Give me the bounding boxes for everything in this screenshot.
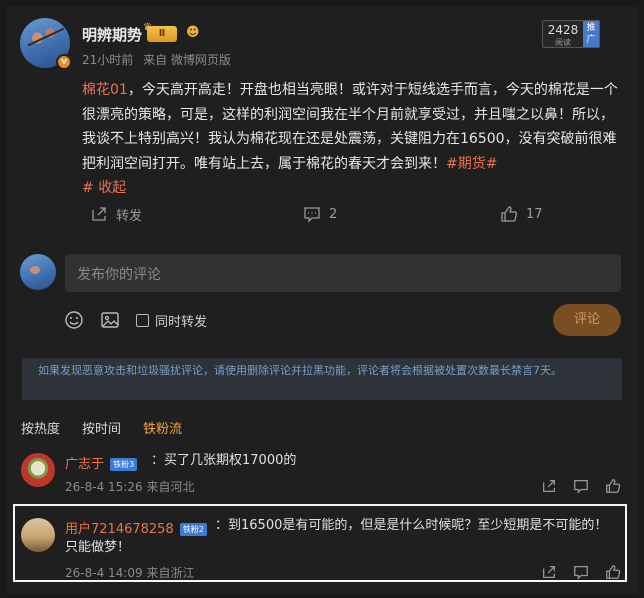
post-source: 来自 微博网页版 [143, 53, 231, 67]
highlight-frame [13, 504, 627, 582]
thumbs-up-icon[interactable] [605, 478, 621, 494]
moderation-notice: 如果发现恶意攻击和垃圾骚扰评论，请使用删除评论并拉黑功能，评论者将会根据被处置次… [22, 358, 622, 400]
share-icon [92, 207, 106, 221]
promote-button[interactable]: 推广 [583, 21, 599, 47]
my-avatar [20, 254, 56, 290]
author-avatar[interactable]: v [20, 18, 72, 70]
comment-button[interactable]: 2 [303, 202, 337, 226]
author-name[interactable]: 明辨期势 [82, 24, 142, 45]
commenter-name[interactable]: 广志于 铁粉3 [65, 453, 139, 472]
tab-fans[interactable]: 铁粉流 [143, 418, 182, 437]
repost-button[interactable]: 转发 [90, 202, 142, 226]
comment-meta: 26-8-4 15:26 来自河北 [65, 480, 195, 494]
tab-by-hot[interactable]: 按热度 [21, 418, 60, 437]
repost-check-label: 同时转发 [155, 314, 208, 330]
hashtag-link[interactable]: #期货# [446, 156, 497, 172]
verified-icon: v [56, 54, 72, 70]
checkbox-icon [136, 313, 149, 327]
like-button[interactable]: 17 [500, 202, 543, 226]
topic-link[interactable]: 棉花01 [82, 82, 128, 98]
post-body: 棉花01，今天高开高走！开盘也相当亮眼！或许对于短线选手而言，今天的棉花是一个很… [82, 78, 622, 201]
submit-comment-button[interactable]: 评论 [553, 304, 621, 336]
rank-badge-icon: ♛ Ⅱ [143, 22, 177, 42]
commenter-avatar[interactable] [21, 453, 55, 487]
read-label: 阅读 [555, 38, 571, 47]
repost-checkbox[interactable]: 同时转发 [136, 311, 207, 330]
thumbs-up-icon [501, 206, 518, 222]
repost-label: 转发 [116, 208, 143, 224]
post-time[interactable]: 21小时前 [82, 53, 133, 67]
emoji-icon[interactable] [64, 310, 84, 330]
like-count: 17 [526, 206, 543, 222]
tab-by-time[interactable]: 按时间 [82, 418, 121, 437]
reply-icon[interactable] [573, 478, 589, 494]
comment-count: 2 [329, 206, 338, 222]
fan-club-icon[interactable]: ☻ [186, 25, 200, 40]
comment-icon [304, 207, 320, 223]
comment-sort-tabs: 按热度 按时间 铁粉流 [21, 418, 182, 437]
post-meta: 21小时前 来自 微博网页版 [82, 51, 237, 68]
comment-input[interactable]: 发布你的评论 [65, 254, 621, 292]
read-count: 2428 [547, 23, 579, 37]
comment-text: ：买了几张期权17000的 [151, 453, 297, 468]
read-count-box: 2428 阅读 推广 [542, 20, 600, 48]
post-text: ，今天高开高走！开盘也相当亮眼！或许对于短线选手而言，今天的棉花是一个很漂亮的策… [82, 82, 618, 172]
post-actions: 转发 2 17 [6, 202, 638, 226]
fan-badge-icon: 铁粉3 [110, 458, 138, 471]
collapse-link[interactable]: # 收起 [82, 180, 126, 196]
composer-tools: 同时转发 [64, 308, 207, 332]
weibo-post-card: v 明辨期势 ♛ Ⅱ ☻ 21小时前 来自 微博网页版 2428 阅读 推广 棉花… [6, 6, 638, 594]
image-icon[interactable] [100, 310, 120, 330]
comment-actions [541, 478, 621, 494]
share-icon[interactable] [541, 478, 557, 494]
